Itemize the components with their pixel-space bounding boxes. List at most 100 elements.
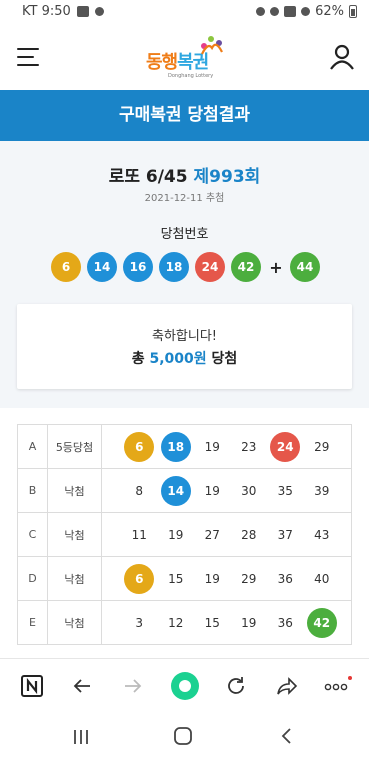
arrow-left-icon[interactable] xyxy=(67,671,97,701)
game-number: 12 xyxy=(168,615,184,630)
game-number: 43 xyxy=(314,527,330,542)
signal-icon xyxy=(301,7,311,16)
game-number: 15 xyxy=(204,615,220,630)
matched-number-cell: 18 xyxy=(158,431,195,462)
winning-ball: 42 xyxy=(231,252,261,282)
page-title: 구매복권 당첨결과 xyxy=(0,90,369,141)
matched-number-ball: 6 xyxy=(124,563,155,594)
winning-ball: 6 xyxy=(51,252,81,282)
game-slot: B xyxy=(17,468,48,513)
browser-toolbar xyxy=(0,658,369,714)
game-status: 5등당첨 xyxy=(47,424,102,469)
game-number: 19 xyxy=(168,527,184,542)
more-dots-icon[interactable] xyxy=(323,671,353,701)
media-icon xyxy=(94,7,104,16)
game-number: 35 xyxy=(277,483,293,498)
game-numbers: 6 18 19 23 24 29 xyxy=(101,424,352,469)
game-row: E 낙첨 3 12 15 19 36 42 xyxy=(17,600,352,645)
game-number: 27 xyxy=(204,527,220,542)
game-row: D 낙첨 6 15 19 29 36 40 xyxy=(17,556,352,601)
draw-title: 로또 6/45 제993회 xyxy=(0,162,369,187)
game-number: 29 xyxy=(314,439,330,454)
game-numbers: 8 14 19 30 35 39 xyxy=(101,468,352,513)
green-circle-icon[interactable] xyxy=(170,671,200,701)
prize-total: 총 5,000원 당첨 xyxy=(131,351,238,367)
plus-sign: + xyxy=(269,257,283,277)
winning-ball: 18 xyxy=(159,252,189,282)
game-number: 19 xyxy=(204,483,220,498)
share-arrow-icon[interactable] xyxy=(272,671,302,701)
game-status: 낙첨 xyxy=(47,468,102,513)
game-number: 40 xyxy=(314,571,330,586)
game-row: B 낙첨 8 14 19 30 35 39 xyxy=(17,468,352,513)
game-number: 30 xyxy=(241,483,257,498)
game-number: 19 xyxy=(204,571,220,586)
matched-number-ball: 14 xyxy=(160,475,191,506)
matched-number-cell: 42 xyxy=(304,607,341,638)
game-numbers: 11 19 27 28 37 43 xyxy=(101,512,352,557)
volte-icon xyxy=(284,6,297,17)
matched-number-ball: 42 xyxy=(306,607,337,638)
game-slot: E xyxy=(17,600,48,645)
game-number: 3 xyxy=(135,615,144,630)
donghang-lottery-logo[interactable]: 동행복권 Donghang Lottery xyxy=(146,34,226,80)
game-slot: D xyxy=(17,556,48,601)
game-status: 낙첨 xyxy=(47,556,102,601)
game-number: 37 xyxy=(277,527,293,542)
game-row: A 5등당첨 6 18 19 23 24 29 xyxy=(17,424,352,469)
winning-numbers-label: 당첨번호 xyxy=(160,227,209,242)
winning-numbers: 6 14 16 18 24 42 + 44 xyxy=(51,252,326,282)
mute-icon xyxy=(256,7,266,16)
game-number: 15 xyxy=(168,571,184,586)
game-row: C 낙첨 11 19 27 28 37 43 xyxy=(17,512,352,557)
back-icon[interactable] xyxy=(277,726,297,746)
congrats-card: 축하합니다! 총 5,000원 당첨 xyxy=(17,304,352,389)
matched-number-ball: 24 xyxy=(270,431,301,462)
logo-figure-icon xyxy=(201,36,223,55)
game-number: 8 xyxy=(135,483,144,498)
app-header: 동행복권 Donghang Lottery xyxy=(0,24,369,90)
game-slot: C xyxy=(17,512,48,557)
purchased-games-table: A 5등당첨 6 18 19 23 24 29 B 낙첨 8 14 19 30 35 39 C 낙첨 11 19 27 2… xyxy=(17,424,352,645)
matched-number-cell: 6 xyxy=(121,563,158,594)
winning-ball: 16 xyxy=(123,252,153,282)
matched-number-cell: 6 xyxy=(121,431,158,462)
matched-number-ball: 6 xyxy=(124,431,155,462)
game-number: 39 xyxy=(314,483,330,498)
game-number: 36 xyxy=(277,615,293,630)
game-number: 19 xyxy=(204,439,220,454)
bonus-ball: 44 xyxy=(290,252,320,282)
gallery-icon xyxy=(76,6,89,17)
game-numbers: 3 12 15 19 36 42 xyxy=(101,600,352,645)
game-number: 36 xyxy=(277,571,293,586)
game-number: 23 xyxy=(241,439,257,454)
game-number: 11 xyxy=(131,527,147,542)
naver-n-icon[interactable] xyxy=(17,671,47,701)
matched-number-ball: 18 xyxy=(160,431,191,462)
game-status: 낙첨 xyxy=(47,600,102,645)
game-numbers: 6 15 19 29 36 40 xyxy=(101,556,352,601)
draw-game-name: 로또 6/45 xyxy=(108,167,188,187)
home-icon[interactable] xyxy=(173,726,193,746)
logo-subtext: Donghang Lottery xyxy=(168,73,214,79)
prize-amount: 5,000원 xyxy=(149,351,207,367)
user-icon[interactable] xyxy=(329,44,355,70)
refresh-icon[interactable] xyxy=(221,671,251,701)
matched-number-cell: 14 xyxy=(158,475,195,506)
game-number: 29 xyxy=(241,571,257,586)
battery-percent: 62% xyxy=(315,4,344,19)
recent-apps-icon[interactable] xyxy=(71,727,91,747)
matched-number-cell: 24 xyxy=(267,431,304,462)
hamburger-menu-icon[interactable] xyxy=(17,48,39,66)
game-status: 낙첨 xyxy=(47,512,102,557)
status-carrier-time: KT 9:50 xyxy=(22,4,71,19)
arrow-right-icon[interactable] xyxy=(118,671,148,701)
android-nav-bar xyxy=(0,714,369,760)
draw-round: 제993회 xyxy=(193,167,261,187)
winning-ball: 14 xyxy=(87,252,117,282)
game-slot: A xyxy=(17,424,48,469)
congrats-message: 축하합니다! xyxy=(151,329,217,344)
game-number: 28 xyxy=(241,527,257,542)
winning-ball: 24 xyxy=(195,252,225,282)
wifi-icon xyxy=(270,7,280,16)
